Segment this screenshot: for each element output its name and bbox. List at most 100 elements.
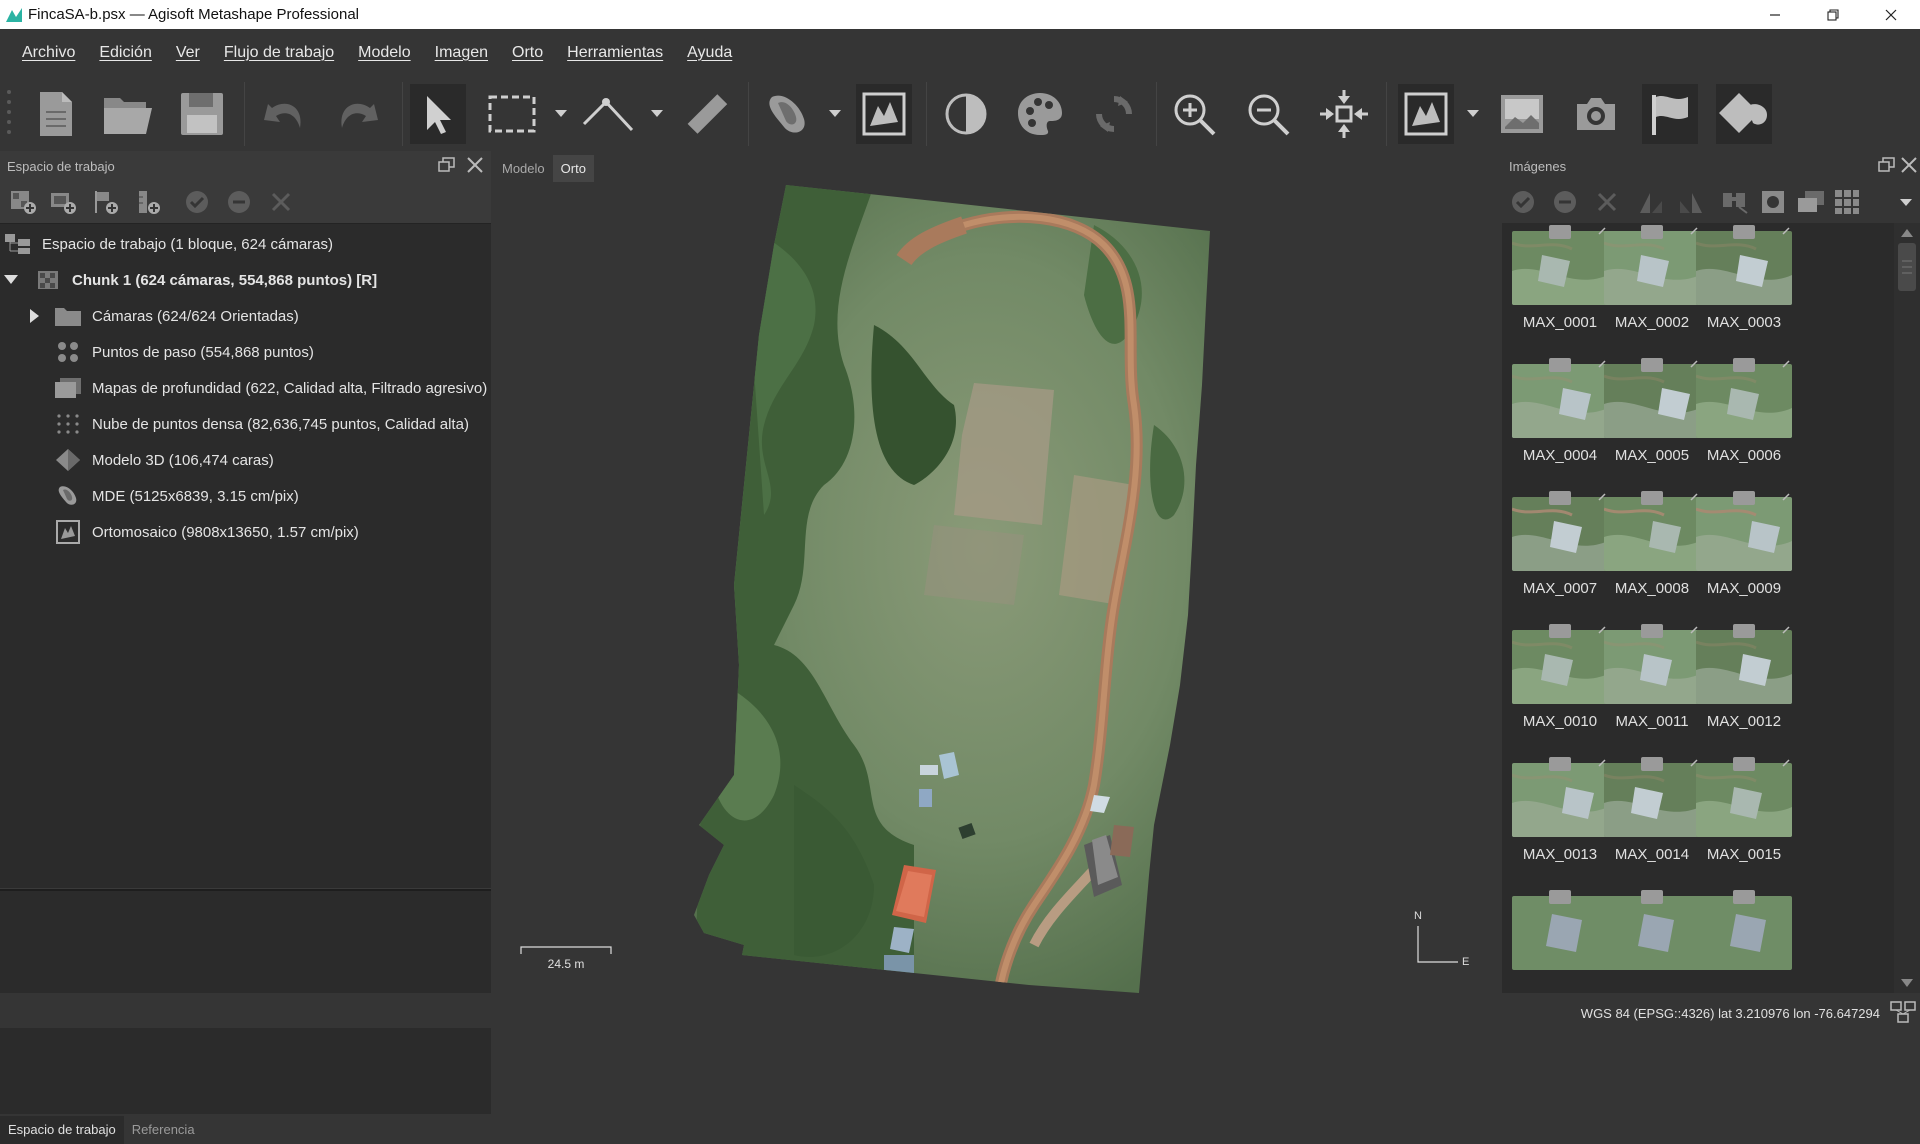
image-thumbnail[interactable] — [1604, 231, 1700, 305]
tree-item-cameras[interactable]: Cámaras (624/624 Orientadas) — [30, 298, 299, 334]
menu-orto[interactable]: Orto — [500, 44, 555, 62]
add-scalebar-icon[interactable] — [134, 187, 164, 217]
refresh-icon[interactable] — [1086, 84, 1142, 144]
image-thumbnail[interactable] — [1512, 763, 1608, 837]
minimize-icon[interactable] — [1746, 0, 1804, 29]
ortho-view-icon[interactable] — [1398, 84, 1454, 144]
menu-ver[interactable]: Ver — [164, 44, 212, 62]
float-panel-icon[interactable] — [438, 157, 456, 173]
shape-dropdown-icon[interactable] — [651, 110, 663, 117]
view-mode-dropdown-icon[interactable] — [1900, 199, 1912, 206]
menu-archivo[interactable]: Archivo — [10, 44, 87, 62]
rotate-left-icon[interactable] — [1636, 187, 1666, 217]
ortho-dropdown-icon[interactable] — [1467, 110, 1479, 117]
save-icon[interactable] — [174, 84, 230, 144]
camera-icon[interactable] — [1568, 84, 1624, 144]
menu-modelo[interactable]: Modelo — [346, 44, 422, 62]
thumbnail-scrollbar[interactable] — [1894, 223, 1920, 993]
enable-check-icon[interactable] — [182, 187, 212, 217]
selection-dropdown-icon[interactable] — [555, 110, 567, 117]
ortho-viewport[interactable]: 24.5 m N E — [494, 185, 1499, 993]
tree-item-dense-cloud[interactable]: Nube de puntos densa (82,636,745 puntos,… — [54, 406, 469, 442]
contrast-icon[interactable] — [938, 84, 994, 144]
remove-x-icon[interactable] — [1592, 187, 1622, 217]
disable-minus-icon[interactable] — [224, 187, 254, 217]
remove-x-icon[interactable] — [266, 187, 296, 217]
tree-item-dem[interactable]: MDE (5125x6839, 3.15 cm/pix) — [54, 478, 299, 514]
tree-root[interactable]: Espacio de trabajo (1 bloque, 624 cámara… — [4, 226, 333, 262]
image-thumbnail[interactable] — [1604, 497, 1700, 571]
menu-ayuda[interactable]: Ayuda — [675, 44, 744, 62]
rotate-right-icon[interactable] — [1676, 187, 1706, 217]
image-icon[interactable] — [1494, 84, 1550, 144]
image-thumbnail[interactable] — [1512, 630, 1608, 704]
tab-modelo[interactable]: Modelo — [494, 155, 553, 182]
image-thumbnail[interactable] — [1512, 497, 1608, 571]
tree-chunk[interactable]: Chunk 1 (624 cámaras, 554,868 puntos) [R… — [4, 262, 377, 298]
redo-icon[interactable] — [330, 84, 386, 144]
shape-icon[interactable] — [1716, 84, 1772, 144]
select-pointer-icon[interactable] — [410, 84, 466, 144]
new-document-icon[interactable] — [28, 84, 84, 144]
image-thumbnail[interactable] — [1604, 763, 1700, 837]
image-thumbnail[interactable] — [1512, 231, 1608, 305]
tree-item-orthomosaic[interactable]: Ortomosaico (9808x13650, 1.57 cm/pix) — [54, 514, 359, 550]
float-panel-icon[interactable] — [1878, 157, 1896, 173]
add-photos-icon[interactable] — [48, 187, 78, 217]
close-panel-icon[interactable] — [466, 156, 484, 174]
image-thumbnail[interactable] — [1696, 896, 1792, 970]
zoom-out-icon[interactable] — [1240, 84, 1296, 144]
undo-icon[interactable] — [256, 84, 312, 144]
tree-item-tie-points[interactable]: Puntos de paso (554,868 puntos) — [54, 334, 314, 370]
zoom-in-icon[interactable] — [1166, 84, 1222, 144]
image-thumbnail[interactable] — [1512, 896, 1608, 970]
restore-icon[interactable] — [1804, 0, 1862, 29]
overlay-icon[interactable] — [1796, 187, 1826, 217]
image-thumbnail[interactable] — [1604, 364, 1700, 438]
mask-icon[interactable] — [1758, 187, 1788, 217]
expand-arrow-right-icon[interactable] — [30, 309, 42, 323]
image-thumbnail[interactable] — [1696, 231, 1792, 305]
image-thumbnail[interactable] — [1696, 630, 1792, 704]
toolbar-grip-icon[interactable] — [6, 86, 12, 142]
menu-edicion[interactable]: Edición — [87, 44, 163, 62]
enable-check-icon[interactable] — [1508, 187, 1538, 217]
image-thumbnail[interactable] — [1696, 364, 1792, 438]
filter-icon[interactable] — [1720, 187, 1750, 217]
add-chunk-icon[interactable] — [8, 187, 38, 217]
network-status-icon[interactable] — [1890, 1001, 1916, 1023]
close-panel-icon[interactable] — [1900, 156, 1918, 174]
add-marker-icon[interactable] — [90, 187, 120, 217]
menu-flujo-de-trabajo[interactable]: Flujo de trabajo — [212, 44, 346, 62]
reset-view-icon[interactable] — [1316, 84, 1372, 144]
palette-icon[interactable] — [1012, 84, 1068, 144]
grid-view-icon[interactable] — [1832, 187, 1862, 217]
dem-icon[interactable] — [760, 84, 816, 144]
ruler-shape-icon[interactable] — [580, 84, 636, 144]
scroll-thumb[interactable] — [1898, 243, 1916, 291]
orthomosaic-image[interactable] — [494, 185, 1499, 993]
expand-arrow-down-icon[interactable] — [4, 275, 20, 285]
disable-minus-icon[interactable] — [1550, 187, 1580, 217]
image-thumbnail[interactable] — [1696, 763, 1792, 837]
tree-item-depth-maps[interactable]: Mapas de profundidad (622, Calidad alta,… — [54, 370, 487, 406]
tab-referencia[interactable]: Referencia — [124, 1116, 203, 1144]
menu-imagen[interactable]: Imagen — [423, 44, 500, 62]
tab-orto[interactable]: Orto — [552, 155, 594, 182]
close-icon[interactable] — [1862, 0, 1920, 29]
tree-item-model-3d[interactable]: Modelo 3D (106,474 caras) — [54, 442, 274, 478]
flag-icon[interactable] — [1642, 84, 1698, 144]
menu-herramientas[interactable]: Herramientas — [555, 44, 675, 62]
image-thumbnail[interactable] — [1696, 497, 1792, 571]
image-thumbnail[interactable] — [1604, 630, 1700, 704]
ruler-icon[interactable] — [678, 84, 734, 144]
scroll-up-icon[interactable] — [1901, 229, 1913, 237]
rectangle-selection-icon[interactable] — [484, 84, 540, 144]
open-folder-icon[interactable] — [100, 84, 156, 144]
scroll-down-icon[interactable] — [1901, 979, 1913, 987]
image-thumbnail[interactable] — [1512, 364, 1608, 438]
image-thumbnail[interactable] — [1604, 896, 1700, 970]
dem-dropdown-icon[interactable] — [829, 110, 841, 117]
orthomosaic-icon[interactable] — [856, 84, 912, 144]
tab-espacio-de-trabajo[interactable]: Espacio de trabajo — [0, 1116, 124, 1144]
